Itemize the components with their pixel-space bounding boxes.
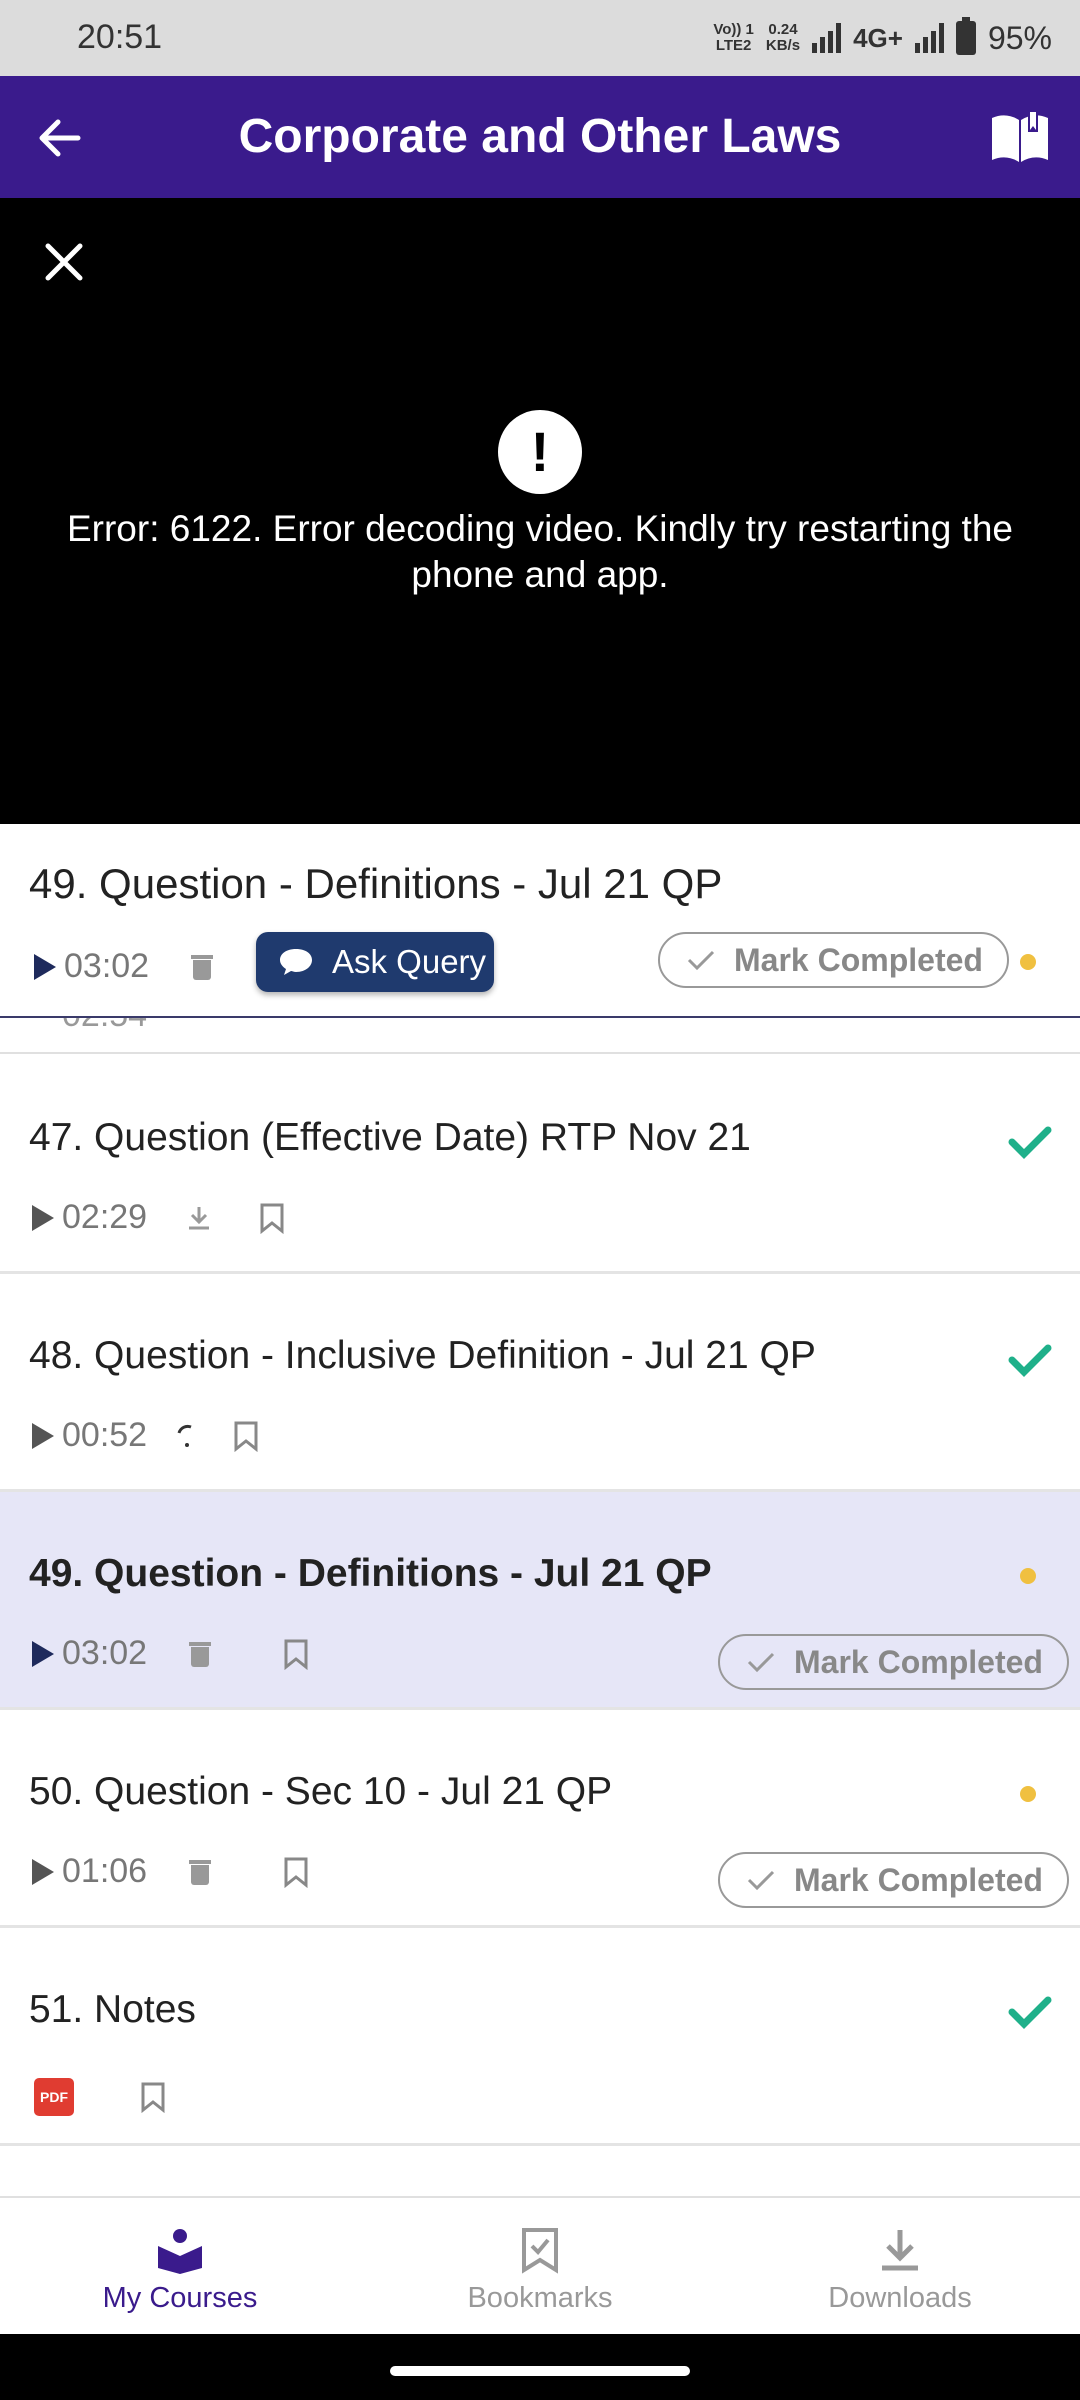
my-courses-icon <box>158 2229 202 2274</box>
play-icon[interactable] <box>32 1858 54 1885</box>
nav-downloads-label: Downloads <box>828 2282 972 2314</box>
volte-indicator: Vo)) 1 LTE2 <box>713 21 754 54</box>
play-icon[interactable] <box>32 1204 54 1231</box>
check-icon <box>747 1870 775 1891</box>
current-lecture-panel: 49. Question - Definitions - Jul 21 QP 0… <box>0 824 1080 1018</box>
bottom-navigation: My Courses Bookmarks Downloads <box>0 2196 1080 2334</box>
app-bar: Corporate and Other Laws <box>0 76 1080 198</box>
nav-bookmarks[interactable]: Bookmarks <box>360 2198 720 2336</box>
status-indicators: Vo)) 1 LTE2 0.24 KB/s 4G+ 95% <box>713 14 1052 62</box>
progress-dot <box>1020 954 1036 970</box>
lecture-title: 47. Question (Effective Date) RTP Nov 21 <box>29 1116 751 1159</box>
mark-completed-button[interactable]: Mark Completed <box>658 932 1009 988</box>
error-alert-icon: ! <box>498 410 582 494</box>
progress-dot <box>1020 1786 1036 1802</box>
bookmark-icon[interactable] <box>259 1202 285 1234</box>
bookmark-icon[interactable] <box>283 1856 309 1888</box>
video-player[interactable]: ! Error: 6122. Error decoding video. Kin… <box>0 198 1080 824</box>
ask-query-label: Ask Query <box>332 943 487 980</box>
battery-icon <box>955 17 976 55</box>
delete-icon[interactable] <box>191 954 214 980</box>
mark-completed-label: Mark Completed <box>734 941 983 978</box>
list-item[interactable]: 51. Notes PDF <box>0 1928 1080 2146</box>
mark-completed-button[interactable]: Mark Completed <box>718 1852 1069 1908</box>
lecture-meta: PDF <box>34 2078 166 2116</box>
lecture-meta: 03:02 <box>32 1634 309 1673</box>
video-error-message: Error: 6122. Error decoding video. Kindl… <box>66 508 1013 595</box>
loading-spinner-icon <box>177 1424 192 1447</box>
back-arrow-icon[interactable] <box>34 112 86 164</box>
lecture-title: 50. Question - Sec 10 - Jul 21 QP <box>29 1770 613 1813</box>
list-item[interactable]: 47. Question (Effective Date) RTP Nov 21… <box>0 1056 1080 1274</box>
progress-dot <box>1020 1568 1036 1584</box>
play-icon[interactable] <box>32 1422 54 1449</box>
delete-icon[interactable] <box>189 1641 212 1667</box>
bookmark-icon[interactable] <box>283 1638 309 1670</box>
delete-icon[interactable] <box>189 1859 212 1885</box>
lecture-duration: 02:29 <box>62 1198 148 1236</box>
close-icon[interactable] <box>42 240 86 284</box>
nav-my-courses-label: My Courses <box>102 2282 258 2314</box>
current-duration: 03:02 <box>64 947 150 985</box>
mark-completed-button[interactable]: Mark Completed <box>718 1634 1069 1690</box>
network-type: 4G+ <box>853 22 903 53</box>
downloads-icon <box>882 2230 918 2271</box>
chat-bubble-icon <box>280 949 312 975</box>
gesture-bar <box>0 2334 1080 2400</box>
network-speed: 0.24 KB/s <box>765 21 801 54</box>
completed-check-icon <box>1008 1126 1052 1159</box>
current-lecture-title: 49. Question - Definitions - Jul 21 QP <box>29 860 723 907</box>
status-bar: 20:51 Vo)) 1 LTE2 0.24 KB/s 4G+ 95% <box>0 0 1080 76</box>
download-icon[interactable] <box>187 1205 211 1231</box>
lecture-meta: 01:06 <box>32 1852 309 1891</box>
check-icon <box>687 950 715 971</box>
pdf-icon[interactable]: PDF <box>34 2078 74 2116</box>
completed-check-icon <box>1008 1344 1052 1377</box>
check-icon <box>747 1652 775 1673</box>
completed-check-icon <box>1008 1996 1052 2029</box>
current-lecture-meta: 03:02 <box>34 947 214 986</box>
bookmark-icon[interactable] <box>140 2081 166 2113</box>
open-book-icon[interactable] <box>988 108 1052 166</box>
play-icon[interactable] <box>34 953 56 980</box>
nav-my-courses[interactable]: My Courses <box>0 2198 360 2336</box>
lecture-title: 49. Question - Definitions - Jul 21 QP <box>29 1552 712 1595</box>
bookmarks-icon <box>522 2228 558 2274</box>
lecture-meta: 02:29 <box>32 1198 285 1237</box>
mark-completed-label: Mark Completed <box>794 1861 1043 1898</box>
signal-icon <box>812 23 842 53</box>
page-title: Corporate and Other Laws <box>238 110 842 163</box>
lecture-meta: 00:52 <box>32 1416 259 1455</box>
nav-downloads[interactable]: Downloads <box>720 2198 1080 2336</box>
play-icon[interactable] <box>32 1640 54 1667</box>
lecture-duration: 01:06 <box>62 1852 148 1890</box>
bookmark-icon[interactable] <box>233 1420 259 1452</box>
signal-icon-2 <box>914 23 944 53</box>
list-item[interactable]: 50. Question - Sec 10 - Jul 21 QP 01:06 … <box>0 1710 1080 1928</box>
lecture-duration: 00:52 <box>62 1416 148 1454</box>
lecture-title: 51. Notes <box>29 1988 196 2031</box>
battery-percent: 95% <box>987 19 1052 56</box>
lecture-title: 48. Question - Inclusive Definition - Ju… <box>29 1334 816 1377</box>
status-time: 20:51 <box>77 18 163 56</box>
lecture-duration: 03:02 <box>62 1634 148 1672</box>
list-item-peek[interactable]: 02:54 <box>0 1018 1080 1054</box>
ask-query-button[interactable]: Ask Query <box>256 932 494 992</box>
list-item[interactable]: 48. Question - Inclusive Definition - Ju… <box>0 1274 1080 1492</box>
nav-bookmarks-label: Bookmarks <box>467 2282 613 2314</box>
peek-duration: 02:54 <box>62 1018 147 1035</box>
list-item-active[interactable]: 49. Question - Definitions - Jul 21 QP 0… <box>0 1492 1080 1710</box>
mark-completed-label: Mark Completed <box>794 1643 1043 1680</box>
home-indicator[interactable] <box>390 2366 690 2376</box>
